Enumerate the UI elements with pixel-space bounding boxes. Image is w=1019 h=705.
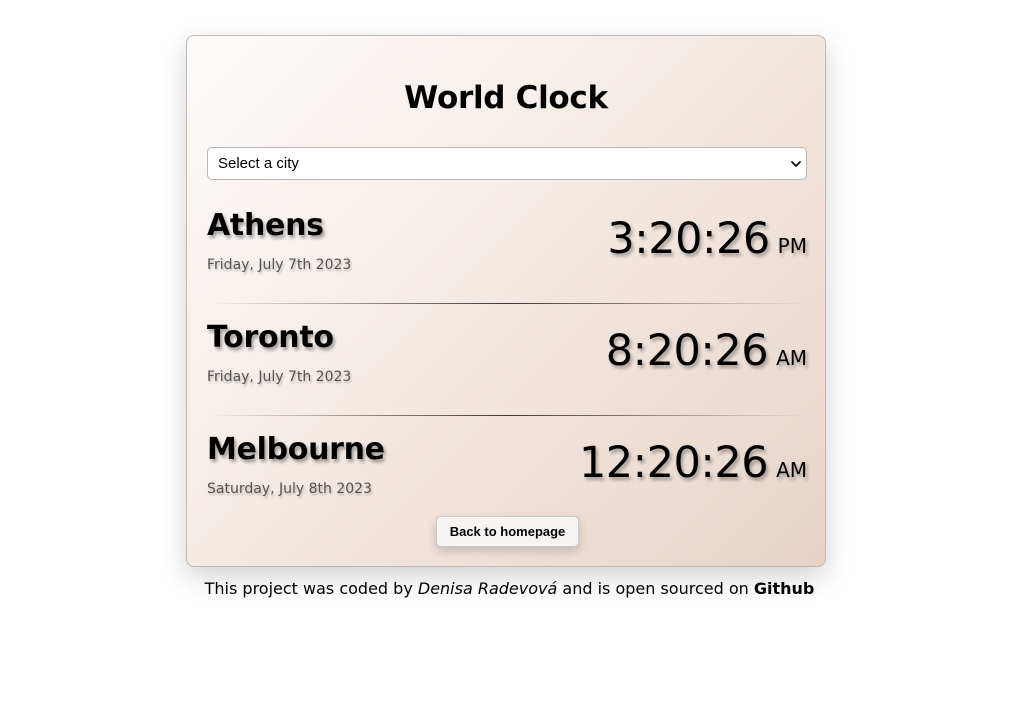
city-time: 3:20:26 PM (607, 214, 807, 264)
time-ampm: AM (776, 458, 807, 482)
city-date: Friday, July 7th 2023 (207, 369, 352, 385)
city-name: Melbourne (207, 432, 385, 467)
footer-author: Denisa Radevová (417, 579, 558, 598)
page-title: World Clock (404, 80, 608, 116)
city-name: Toronto (207, 320, 334, 355)
time-ampm: AM (776, 346, 807, 370)
city-row-athens: Athens Friday, July 7th 2023 3:20:26 PM (207, 208, 807, 320)
footer-middle: and is open sourced on (557, 579, 754, 598)
city-date: Friday, July 7th 2023 (207, 257, 352, 273)
city-time: 12:20:26 AM (579, 438, 807, 488)
github-link[interactable]: Github (754, 579, 815, 598)
footer: This project was coded by Denisa Radevov… (0, 579, 1019, 598)
chevron-down-icon (791, 161, 801, 167)
city-select[interactable]: Select a city (207, 147, 807, 180)
footer-prefix: This project was coded by (204, 579, 418, 598)
divider (207, 415, 807, 416)
divider (207, 303, 807, 304)
world-clock-card: World Clock Select a city Athens Friday,… (186, 35, 826, 567)
back-to-homepage-button[interactable]: Back to homepage (436, 516, 579, 547)
time-ampm: PM (777, 234, 807, 258)
time-value: 12:20:26 (578, 438, 769, 488)
city-select-value: Select a city (218, 155, 299, 172)
city-date: Saturday, July 8th 2023 (207, 481, 372, 497)
city-row-toronto: Toronto Friday, July 7th 2023 8:20:26 AM (207, 320, 807, 432)
city-name: Athens (207, 208, 324, 243)
time-value: 8:20:26 (605, 326, 769, 376)
city-time: 8:20:26 AM (606, 326, 807, 376)
time-value: 3:20:26 (607, 214, 770, 264)
